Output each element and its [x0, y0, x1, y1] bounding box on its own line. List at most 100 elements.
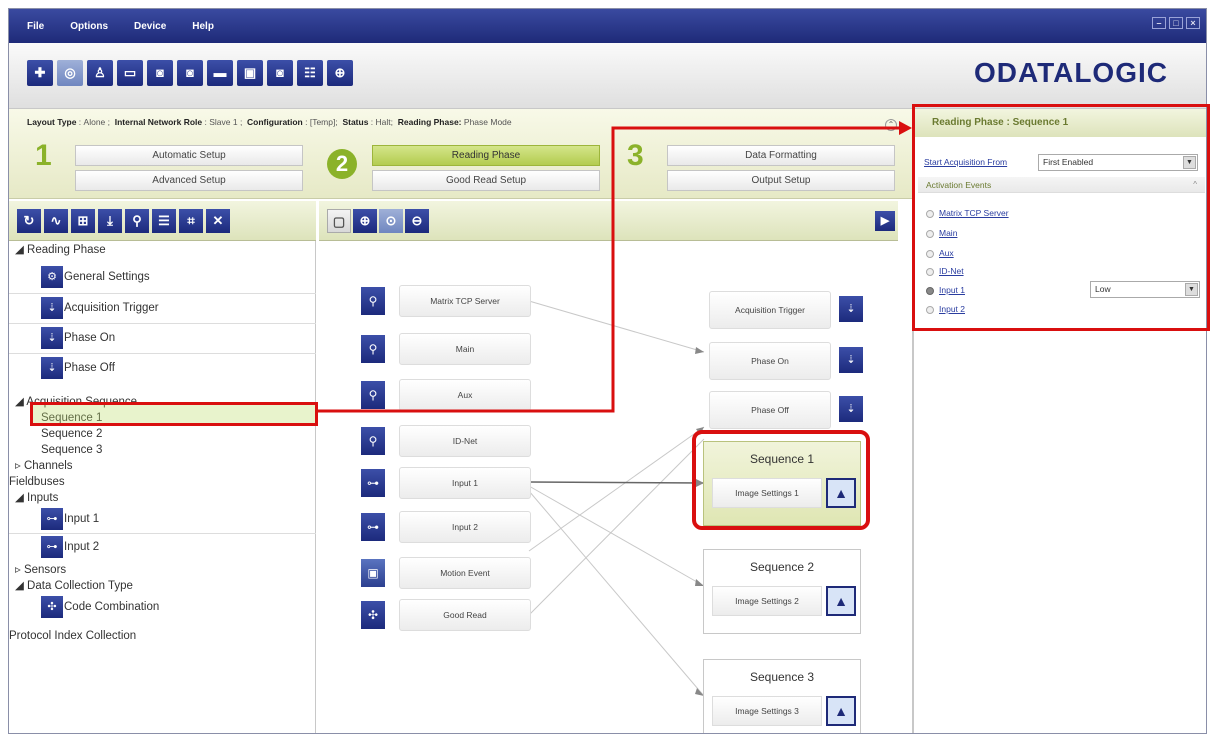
tree-sequence-2[interactable]: Sequence 2 [41, 427, 102, 442]
reading-phase-value: Phase Mode [463, 117, 512, 127]
device-icon[interactable]: ◙ [267, 60, 293, 86]
network-plug-icon: ⚲ [361, 427, 385, 455]
close-window-button[interactable]: × [1186, 17, 1200, 29]
connection-input1-seq1 [528, 481, 705, 484]
output-setup-button[interactable]: Output Setup [667, 170, 895, 191]
source-label: Good Read [399, 599, 531, 631]
tree-channels[interactable]: ▹ Channels [15, 459, 73, 474]
main-toolbar: ✚ ◎ ♙ ▭ ◙ ◙ ▬ ▣ ◙ ☷ ⊕ ODATALOGIC [9, 43, 1206, 109]
camera-settings-icon[interactable]: ◙ [177, 60, 203, 86]
list-icon[interactable]: ☰ [152, 209, 176, 233]
collapse-icon[interactable]: ⌃ [885, 119, 897, 131]
window-controls: – □ × [1152, 17, 1200, 29]
tree-protocol-index-collection[interactable]: Protocol Index Collection [9, 629, 136, 644]
good-read-setup-button[interactable]: Good Read Setup [372, 170, 600, 191]
target-icon[interactable]: ⊕ [327, 60, 353, 86]
source-label: Motion Event [399, 557, 531, 589]
phase-on-icon: ⇣ [41, 326, 63, 349]
event-label: Acquisition Trigger [709, 291, 831, 329]
sequence-2-block[interactable]: Sequence 2 Image Settings 2 ▲ [703, 549, 861, 634]
event-label: Phase Off [709, 391, 831, 429]
layout-type-value: Alone [83, 117, 106, 127]
arrowhead [695, 347, 704, 354]
layout-type-label: Layout Type [27, 117, 77, 127]
serial-plug-icon: ⚲ [361, 335, 385, 363]
configuration-label: Configuration [247, 117, 303, 127]
menu-file[interactable]: File [27, 21, 44, 32]
event-label: Phase On [709, 342, 831, 380]
menu-options[interactable]: Options [70, 21, 108, 32]
tree-label: Inputs [27, 492, 59, 504]
canvas-toolbar: ▢ ⊕ ⊙ ⊖ ▶ [319, 201, 898, 241]
minimize-button[interactable]: – [1152, 17, 1166, 29]
tree-sequence-3[interactable]: Sequence 3 [41, 443, 102, 458]
tree-code-combination[interactable]: ✣ Code Combination [39, 595, 159, 619]
highlight-sequence-1-tree [30, 402, 318, 426]
menu-help[interactable]: Help [192, 21, 214, 32]
automatic-setup-button[interactable]: Automatic Setup [75, 145, 303, 166]
image-icon[interactable]: ▲ [826, 586, 856, 616]
tree-data-collection-type[interactable]: ◢ Data Collection Type [15, 579, 133, 594]
reading-phase-button[interactable]: Reading Phase [372, 145, 600, 166]
tree-input-2[interactable]: ⊶ Input 2 [39, 535, 99, 559]
delete-icon[interactable]: ✕ [206, 209, 230, 233]
tree-reading-phase[interactable]: ◢ Reading Phase [15, 243, 106, 258]
status-label: Status [342, 117, 369, 127]
save-icon[interactable]: ▣ [237, 60, 263, 86]
highlight-sequence-1-block [692, 430, 870, 530]
divider [9, 323, 316, 324]
download-icon[interactable]: ⤓ [98, 209, 122, 233]
camera-icon[interactable]: ◙ [147, 60, 173, 86]
connection-input2-phase-off [528, 426, 705, 552]
tree-sensors[interactable]: ▹ Sensors [15, 563, 66, 578]
image-icon[interactable]: ▲ [826, 696, 856, 726]
maximize-button[interactable]: □ [1169, 17, 1183, 29]
serial-plug-icon: ⚲ [361, 381, 385, 409]
advanced-setup-button[interactable]: Advanced Setup [75, 170, 303, 191]
monitor-icon[interactable]: ▭ [117, 60, 143, 86]
image-settings-button[interactable]: Image Settings 2 [712, 586, 822, 616]
refresh-icon[interactable]: ↻ [17, 209, 41, 233]
connect-icon[interactable]: ✚ [27, 60, 53, 86]
input-icon: ⊶ [361, 513, 385, 541]
menu-bar: File Options Device Help – □ × [9, 9, 1206, 43]
step-3-number: 3 [627, 139, 644, 172]
user-icon[interactable]: ♙ [87, 60, 113, 86]
trigger-icon: ⇣ [41, 296, 63, 319]
image-icon[interactable]: ▬ [207, 60, 233, 86]
input-icon: ⊶ [41, 507, 63, 530]
setup-bar: Layout Type : Alone ; Internal Network R… [9, 109, 912, 199]
image-settings-button[interactable]: Image Settings 3 [712, 696, 822, 726]
code-icon[interactable]: ⌗ [179, 209, 203, 233]
connection-input1-seq3 [528, 490, 705, 697]
tree-fieldbuses[interactable]: Fieldbuses [9, 475, 65, 490]
tree-label: Acquisition Trigger [64, 302, 159, 314]
source-label: Aux [399, 379, 531, 411]
data-formatting-button[interactable]: Data Formatting [667, 145, 895, 166]
tree-phase-off[interactable]: ⇣ Phase Off [39, 356, 115, 380]
tree-phase-on[interactable]: ⇣ Phase On [39, 326, 115, 350]
statistics-icon[interactable]: ☷ [297, 60, 323, 86]
phase-off-icon: ⇣ [839, 396, 863, 422]
tree-inputs[interactable]: ◢ Inputs [15, 491, 58, 506]
tree-label: Input 2 [64, 541, 100, 553]
connection-goodread-phase-off [528, 438, 705, 616]
tree-general-settings[interactable]: ⚙ General Settings [39, 265, 150, 289]
sequence-3-block[interactable]: Sequence 3 Image Settings 3 ▲ [703, 659, 861, 733]
play-icon[interactable]: ▶ [875, 211, 895, 231]
tree-input-1[interactable]: ⊶ Input 1 [39, 507, 99, 531]
page-icon[interactable]: ▢ [327, 209, 351, 233]
zoom-in-icon[interactable]: ⊕ [353, 209, 377, 233]
plug-icon[interactable]: ⚲ [125, 209, 149, 233]
disconnect-icon[interactable]: ◎ [57, 60, 83, 86]
good-read-icon: ✣ [361, 601, 385, 629]
phase-on-icon: ⇣ [839, 347, 863, 373]
menu-device[interactable]: Device [134, 21, 166, 32]
waveform-icon[interactable]: ∿ [44, 209, 68, 233]
tree-acquisition-trigger[interactable]: ⇣ Acquisition Trigger [39, 296, 159, 320]
zoom-fit-icon[interactable]: ⊙ [379, 209, 403, 233]
zoom-out-icon[interactable]: ⊖ [405, 209, 429, 233]
source-label: ID-Net [399, 425, 531, 457]
grid-icon[interactable]: ⊞ [71, 209, 95, 233]
wrench-icon: ⚙ [41, 265, 63, 288]
